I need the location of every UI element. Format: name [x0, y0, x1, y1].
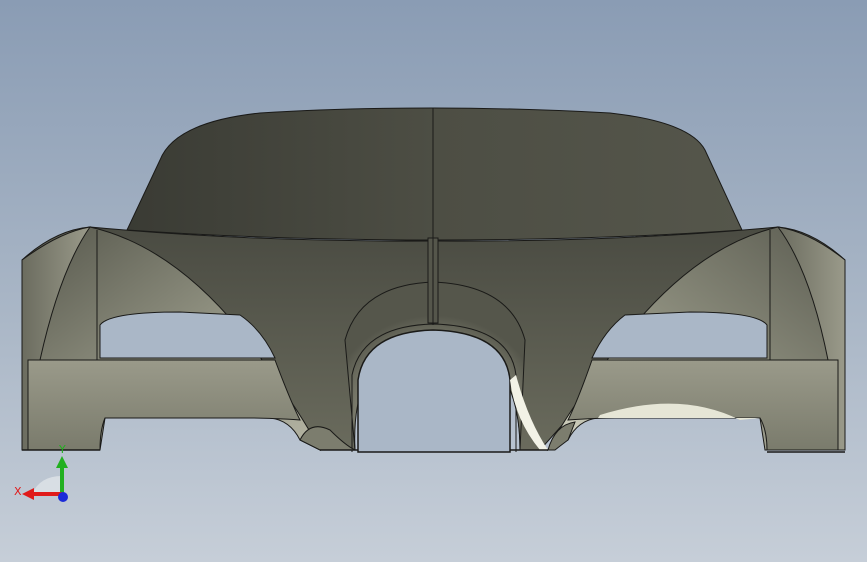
center-arch-opening: [357, 329, 511, 453]
coordinate-triad: Y X: [14, 443, 68, 502]
y-axis-arrow: [56, 456, 68, 468]
x-axis-arrow: [22, 488, 34, 500]
z-axis-dot: [58, 492, 68, 502]
right-sill: [567, 359, 839, 451]
x-axis-label: X: [14, 485, 22, 498]
graphics-viewport[interactable]: Y X: [0, 0, 867, 562]
roof-surface: [126, 107, 743, 241]
y-axis-label: Y: [58, 443, 66, 456]
car-body-shell-model[interactable]: [0, 0, 867, 562]
triad-base-shape: [32, 476, 62, 494]
